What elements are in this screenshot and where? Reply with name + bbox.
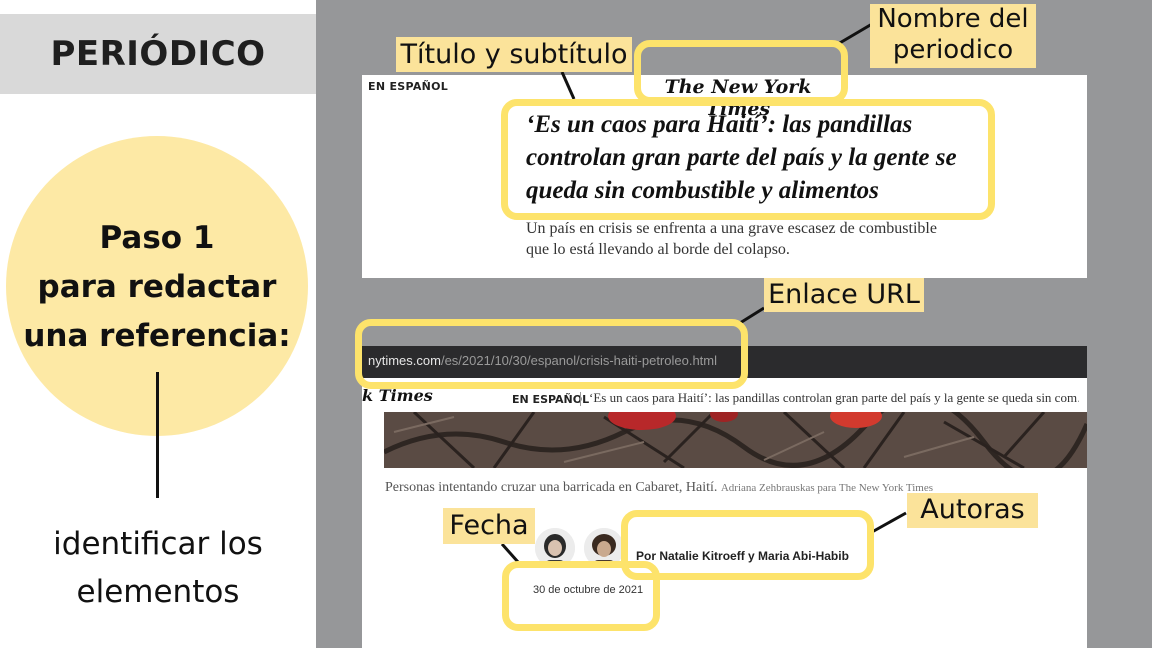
step-line-1: Paso 1 — [99, 220, 215, 256]
sticky-headline: ‘Es un caos para Haití’: las pandillas c… — [589, 390, 1079, 405]
highlight-url — [355, 319, 748, 389]
page-title: PERIÓDICO — [50, 34, 266, 74]
section-label[interactable]: EN ESPAÑOL — [368, 80, 448, 93]
label-title-subtitle: Título y subtítulo — [396, 37, 632, 72]
desc-line-2: elementos — [76, 574, 240, 610]
highlight-date — [502, 561, 660, 631]
label-newspaper-name-line1: Nombre del — [877, 4, 1029, 34]
caption-text: Personas intentando cruzar una barricada… — [385, 480, 718, 495]
label-authors: Autoras — [907, 493, 1038, 528]
label-date: Fecha — [443, 508, 535, 544]
highlight-authors — [621, 510, 874, 580]
photo-branches-graphic — [384, 412, 1087, 468]
highlight-title — [501, 99, 995, 220]
article-photo — [384, 412, 1087, 468]
step-line-2: para redactar — [37, 269, 277, 305]
label-newspaper-name-line2: periodico — [892, 35, 1014, 65]
desc-line-1: identificar los — [53, 526, 263, 562]
header-divider — [580, 392, 581, 406]
step-connector-line — [156, 372, 159, 498]
step-text: Paso 1 para redactar una referencia: — [6, 214, 308, 361]
label-newspaper-name: Nombre del periodico — [870, 4, 1036, 68]
photo-credit: Adriana Zehbrauskas para The New York Ti… — [720, 482, 933, 494]
step-description: identificar los elementos — [0, 520, 316, 616]
article-subheadline: Un país en crisis se enfrenta a una grav… — [526, 220, 937, 258]
highlight-newspaper-name — [634, 40, 848, 104]
section-label-bottom[interactable]: EN ESPAÑOL — [512, 393, 589, 406]
label-url: Enlace URL — [764, 278, 924, 312]
step-line-3: una referencia: — [23, 318, 291, 354]
